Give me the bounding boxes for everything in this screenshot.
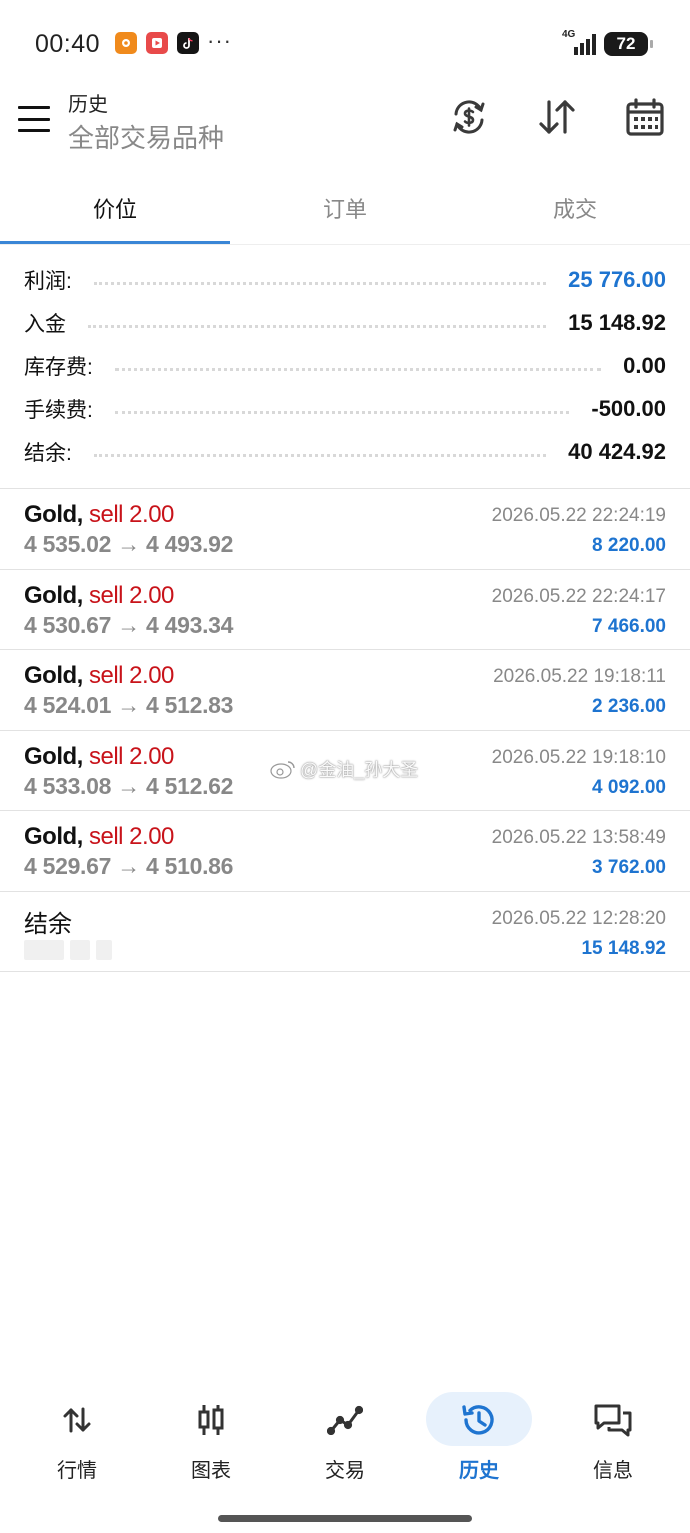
balance-entry-label: 结余 [24, 910, 72, 938]
deal-time: 2026.05.22 22:24:17 [491, 585, 666, 607]
network-type: 4G [562, 29, 576, 40]
nav-label: 信息 [593, 1460, 633, 1482]
summary-row-profit: 利润: 25 776.00 [0, 258, 690, 301]
deal-symbol: Gold, [24, 662, 83, 689]
swap-label: 库存费: [24, 355, 93, 379]
list-item[interactable]: Gold, sell 2.00 4 530.67 → 4 493.34 2026… [0, 570, 690, 650]
more-notifications-icon: ··· [207, 28, 232, 53]
deals-list: Gold, sell 2.00 4 535.02 → 4 493.92 2026… [0, 489, 690, 972]
summary-row-deposit: 入金 15 148.92 [0, 301, 690, 344]
messages-icon [591, 1400, 635, 1440]
watermark: @金油_孙大圣 [270, 756, 418, 782]
commission-label: 手续费: [24, 398, 93, 422]
deal-symbol: Gold, [24, 581, 83, 609]
deal-side: sell 2.00 [89, 581, 174, 609]
camera-app-icon [115, 32, 137, 54]
nav-label: 历史 [459, 1460, 499, 1482]
page-title: 历史 [68, 94, 108, 116]
nav-quotes[interactable]: 行情 [10, 1392, 144, 1492]
summary-row-commission: 手续费: -500.00 [0, 387, 690, 430]
list-item[interactable]: Gold, sell 2.00 4 529.67 → 4 510.86 2026… [0, 811, 690, 892]
deal-time: 2026.05.22 13:58:49 [491, 827, 666, 848]
dotted-leader [114, 411, 570, 414]
commission-value: -500.00 [591, 395, 666, 421]
symbol-filter[interactable]: 全部交易品种 [68, 118, 224, 155]
dotted-leader [93, 282, 547, 285]
dotted-leader [114, 368, 602, 371]
dotted-leader [93, 454, 547, 457]
tiktok-icon [177, 32, 199, 54]
battery-level: 72 [616, 34, 636, 53]
status-time: 00:40 [35, 30, 101, 58]
home-indicator[interactable] [218, 1515, 472, 1522]
balance-label: 结余: [24, 441, 72, 465]
nav-messages[interactable]: 信息 [546, 1392, 680, 1492]
deal-side: sell 2.00 [89, 742, 174, 770]
weibo-icon [270, 761, 295, 779]
deal-profit: 3 762.00 [592, 857, 666, 878]
chart-icon [189, 1400, 233, 1440]
deal-symbol: Gold, [24, 501, 83, 528]
profit-label: 利润: [24, 269, 72, 293]
status-bar: 00:40 ··· 4G 72 [0, 0, 690, 88]
balance-value: 40 424.92 [568, 438, 666, 464]
summary-panel: 利润: 25 776.00 入金 15 148.92 库存费: 0.00 手续费… [0, 258, 690, 473]
tab-orders[interactable]: 订单 [230, 178, 460, 244]
deal-time: 2026.05.22 19:18:11 [493, 666, 666, 687]
summary-row-swap: 库存费: 0.00 [0, 344, 690, 387]
deal-time: 2026.05.22 22:24:19 [491, 505, 666, 526]
deal-prices: 4 533.08 → 4 512.62 [24, 772, 234, 799]
nav-trade[interactable]: 交易 [278, 1392, 412, 1492]
watermark-text: @金油_孙大圣 [300, 760, 419, 780]
deal-prices: 4 535.02 → 4 493.92 [24, 531, 234, 557]
deal-profit: 8 220.00 [592, 535, 666, 556]
deal-prices: 4 529.67 → 4 510.86 [24, 853, 234, 879]
history-tabs: 价位 订单 成交 [0, 178, 690, 244]
history-icon [457, 1400, 501, 1440]
tabs-divider [0, 244, 690, 245]
tab-positions[interactable]: 价位 [0, 178, 230, 244]
deposit-value: 15 148.92 [568, 309, 666, 335]
deal-profit: 4 092.00 [592, 776, 666, 798]
currency-exchange-icon[interactable] [448, 96, 490, 138]
summary-row-balance: 结余: 40 424.92 [0, 430, 690, 473]
blurred-comment [24, 939, 112, 960]
balance-entry-amount: 15 148.92 [581, 937, 666, 959]
notification-icons [115, 32, 199, 54]
dotted-leader [88, 325, 547, 328]
deal-symbol: Gold, [24, 823, 83, 850]
tab-deals[interactable]: 成交 [460, 178, 690, 244]
menu-icon[interactable] [18, 106, 50, 132]
list-item[interactable]: Gold, sell 2.00 4 535.02 → 4 493.92 2026… [0, 489, 690, 570]
nav-label: 行情 [57, 1460, 97, 1482]
sort-icon[interactable] [536, 96, 578, 138]
battery-icon: 72 [604, 32, 653, 56]
app-header: 历史 全部交易品种 [0, 88, 690, 170]
balance-entry-time: 2026.05.22 12:28:20 [491, 907, 666, 929]
nav-charts[interactable]: 图表 [144, 1392, 278, 1492]
swap-value: 0.00 [623, 352, 666, 378]
deal-profit: 7 466.00 [592, 615, 666, 637]
deposit-label: 入金 [24, 312, 66, 336]
deal-profit: 2 236.00 [592, 696, 666, 717]
deal-side: sell 2.00 [89, 823, 174, 850]
deal-prices: 4 530.67 → 4 493.34 [24, 611, 234, 638]
deal-side: sell 2.00 [89, 501, 174, 528]
video-app-icon [146, 32, 168, 54]
deal-time: 2026.05.22 19:18:10 [491, 746, 666, 768]
quotes-icon [55, 1400, 99, 1440]
trade-icon [323, 1400, 367, 1440]
list-item[interactable]: Gold, sell 2.00 4 524.01 → 4 512.83 2026… [0, 650, 690, 731]
profit-value: 25 776.00 [568, 266, 666, 292]
calendar-icon[interactable] [624, 96, 666, 138]
bottom-nav: 行情 图表 交易 历史 信息 [0, 1392, 690, 1492]
deal-symbol: Gold, [24, 742, 83, 770]
signal-icon: 4G [562, 29, 596, 55]
balance-entry[interactable]: 结余 2026.05.22 12:28:20 15 148.92 [0, 892, 690, 972]
nav-history[interactable]: 历史 [412, 1392, 546, 1492]
deal-prices: 4 524.01 → 4 512.83 [24, 692, 234, 718]
nav-label: 交易 [325, 1460, 365, 1482]
deal-side: sell 2.00 [89, 662, 174, 689]
nav-label: 图表 [191, 1460, 231, 1482]
